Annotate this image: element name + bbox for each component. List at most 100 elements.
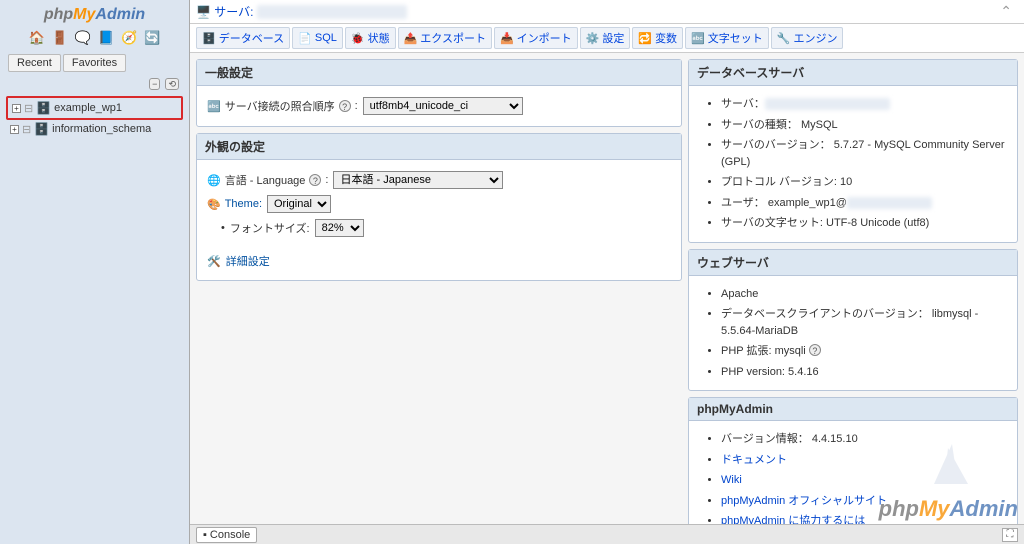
server-link[interactable]: サーバ: bbox=[214, 5, 253, 19]
panel-general-settings: 一般設定 🔤 サーバ接続の照合順序 ?: utf8mb4_unicode_ci bbox=[196, 59, 682, 127]
console-toggle[interactable]: ▪ Console bbox=[196, 527, 257, 543]
tab-icon: 🔁 bbox=[638, 32, 652, 45]
sql-icon[interactable]: 🗨️ bbox=[74, 30, 92, 46]
info-php-version: PHP version: 5.4.16 bbox=[721, 362, 1007, 383]
close-icon[interactable]: ⌃ bbox=[1000, 3, 1018, 20]
database-tree: + ⊟ 🗄️ example_wp1 + ⊟ 🗄️ information_sc… bbox=[0, 92, 189, 142]
info-server-version: サーバのバージョン： 5.7.27 - MySQL Community Serv… bbox=[721, 135, 1007, 172]
help-icon[interactable]: ? bbox=[809, 344, 821, 356]
redacted: x bbox=[765, 98, 891, 110]
link-icon[interactable]: ⟲ bbox=[165, 78, 179, 90]
link-documentation[interactable]: ドキュメント bbox=[721, 454, 787, 466]
panel-phpmyadmin: phpMyAdmin バージョン情報： 4.4.15.10 ドキュメント Wik… bbox=[688, 397, 1018, 544]
tab-settings[interactable]: ⚙️設定 bbox=[580, 27, 631, 49]
tab-label: 状態 bbox=[368, 30, 390, 46]
tab-label: 変数 bbox=[655, 30, 677, 46]
database-icon: 🗄️ bbox=[36, 101, 51, 115]
tab-label: エンジン bbox=[793, 30, 837, 46]
collation-label: サーバ接続の照合順序 bbox=[225, 98, 335, 114]
tree-branch-icon: ⊟ bbox=[22, 123, 31, 136]
breadcrumb: 🖥️ サーバ: xxxxx ⌃ bbox=[190, 0, 1024, 24]
theme-select[interactable]: Original bbox=[267, 195, 331, 213]
tab-icon: 📄 bbox=[298, 32, 312, 45]
recent-tab[interactable]: Recent bbox=[8, 54, 61, 72]
language-select[interactable]: 日本語 - Japanese bbox=[333, 171, 503, 189]
panel-web-server: ウェブサーバ Apache データベースクライアントのバージョン： libmys… bbox=[688, 249, 1018, 392]
database-icon: 🗄️ bbox=[34, 122, 49, 136]
console-bar: ▪ Console ⛶ bbox=[190, 524, 1024, 544]
panel-appearance-settings: 外観の設定 🌐 言語 - Language ?: 日本語 - Japanese bbox=[196, 133, 682, 281]
help-icon[interactable]: ? bbox=[309, 174, 321, 186]
tab-icon: 📥 bbox=[500, 32, 514, 45]
link-official[interactable]: phpMyAdmin オフィシャルサイト bbox=[721, 495, 887, 507]
fontsize-select[interactable]: 82% bbox=[315, 219, 364, 237]
redacted: x bbox=[847, 197, 933, 209]
fontsize-label: フォントサイズ: bbox=[230, 220, 310, 236]
home-icon[interactable]: 🏠 bbox=[28, 30, 46, 46]
chevron-up-icon: ▪ bbox=[203, 529, 207, 541]
db-item-example-wp1[interactable]: + ⊟ 🗄️ example_wp1 bbox=[6, 96, 183, 120]
info-server-type: サーバの種類： MySQL bbox=[721, 115, 1007, 136]
panel-database-server: データベースサーバ サーバ：x サーバの種類： MySQL サーバのバージョン：… bbox=[688, 59, 1018, 243]
tab-variables[interactable]: 🔁変数 bbox=[632, 27, 683, 49]
expand-icon[interactable]: + bbox=[12, 104, 21, 113]
help-icon[interactable]: ? bbox=[339, 100, 351, 112]
tab-icon: 🐞 bbox=[351, 32, 365, 45]
docs-icon[interactable]: 📘 bbox=[97, 30, 115, 46]
tab-label: 文字セット bbox=[708, 30, 763, 46]
db-label: example_wp1 bbox=[54, 102, 122, 114]
tab-icon: 📤 bbox=[404, 32, 418, 45]
db-label: information_schema bbox=[52, 123, 151, 135]
info-user: ユーザ： example_wp1@x bbox=[721, 193, 1007, 214]
app-logo: phpMyAdmin bbox=[0, 0, 189, 26]
tab-engines[interactable]: 🔧エンジン bbox=[771, 27, 844, 49]
info-php-ext: PHP 拡張: mysqli ? bbox=[721, 341, 1007, 362]
collation-icon: 🔤 bbox=[207, 100, 221, 113]
info-db-client: データベースクライアントのバージョン： libmysql - 5.5.64-Ma… bbox=[721, 304, 1007, 341]
tab-databases[interactable]: 🗄️データベース bbox=[196, 27, 290, 49]
info-pma-version: バージョン情報： 4.4.15.10 bbox=[721, 429, 1007, 450]
fullscreen-icon[interactable]: ⛶ bbox=[1002, 528, 1018, 542]
link-wiki[interactable]: Wiki bbox=[721, 474, 742, 486]
info-charset: サーバの文字セット: UTF-8 Unicode (utf8) bbox=[721, 213, 1007, 234]
tab-icon: 🔧 bbox=[777, 32, 791, 45]
theme-icon: 🎨 bbox=[207, 198, 221, 211]
theme-label[interactable]: Theme: bbox=[225, 198, 262, 210]
top-tabs: 🗄️データベース📄SQL🐞状態📤エクスポート📥インポート⚙️設定🔁変数🔤文字セッ… bbox=[190, 24, 1024, 53]
tab-label: 設定 bbox=[602, 30, 624, 46]
tab-label: インポート bbox=[517, 30, 572, 46]
navi-icon[interactable]: 🧭 bbox=[120, 30, 138, 46]
language-label: 言語 - Language bbox=[225, 172, 306, 188]
logout-icon[interactable]: 🚪 bbox=[51, 30, 69, 46]
info-protocol: プロトコル バージョン: 10 bbox=[721, 172, 1007, 193]
sidebar-toolbar: 🏠 🚪 🗨️ 📘 🧭 🔄 bbox=[0, 26, 189, 50]
info-apache: Apache bbox=[721, 284, 1007, 305]
tab-label: エクスポート bbox=[420, 30, 486, 46]
language-icon: 🌐 bbox=[207, 174, 221, 187]
tab-sql[interactable]: 📄SQL bbox=[292, 27, 343, 49]
expand-icon[interactable]: + bbox=[10, 125, 19, 134]
tab-export[interactable]: 📤エクスポート bbox=[398, 27, 492, 49]
tree-branch-icon: ⊟ bbox=[24, 102, 33, 115]
collapse-all-icon[interactable]: − bbox=[149, 78, 160, 90]
tab-label: データベース bbox=[219, 30, 284, 46]
tab-status[interactable]: 🐞状態 bbox=[345, 27, 396, 49]
console-label: Console bbox=[210, 529, 250, 541]
server-name-redacted: xxxxx bbox=[257, 5, 407, 19]
panel-title: ウェブサーバ bbox=[689, 250, 1017, 276]
info-server: サーバ：x bbox=[721, 94, 1007, 115]
tab-icon: 🔤 bbox=[691, 32, 705, 45]
tab-import[interactable]: 📥インポート bbox=[494, 27, 578, 49]
collation-select[interactable]: utf8mb4_unicode_ci bbox=[363, 97, 523, 115]
panel-title: phpMyAdmin bbox=[689, 398, 1017, 421]
panel-title: 一般設定 bbox=[197, 60, 681, 86]
reload-icon[interactable]: 🔄 bbox=[143, 30, 161, 46]
more-settings-link[interactable]: 詳細設定 bbox=[226, 253, 270, 269]
favorites-tab[interactable]: Favorites bbox=[63, 54, 126, 72]
server-icon: 🖥️ bbox=[196, 5, 211, 19]
tab-charsets[interactable]: 🔤文字セット bbox=[685, 27, 769, 49]
tab-label: SQL bbox=[315, 32, 337, 44]
db-item-information-schema[interactable]: + ⊟ 🗄️ information_schema bbox=[6, 120, 183, 138]
panel-title: 外観の設定 bbox=[197, 134, 681, 160]
panel-title: データベースサーバ bbox=[689, 60, 1017, 86]
